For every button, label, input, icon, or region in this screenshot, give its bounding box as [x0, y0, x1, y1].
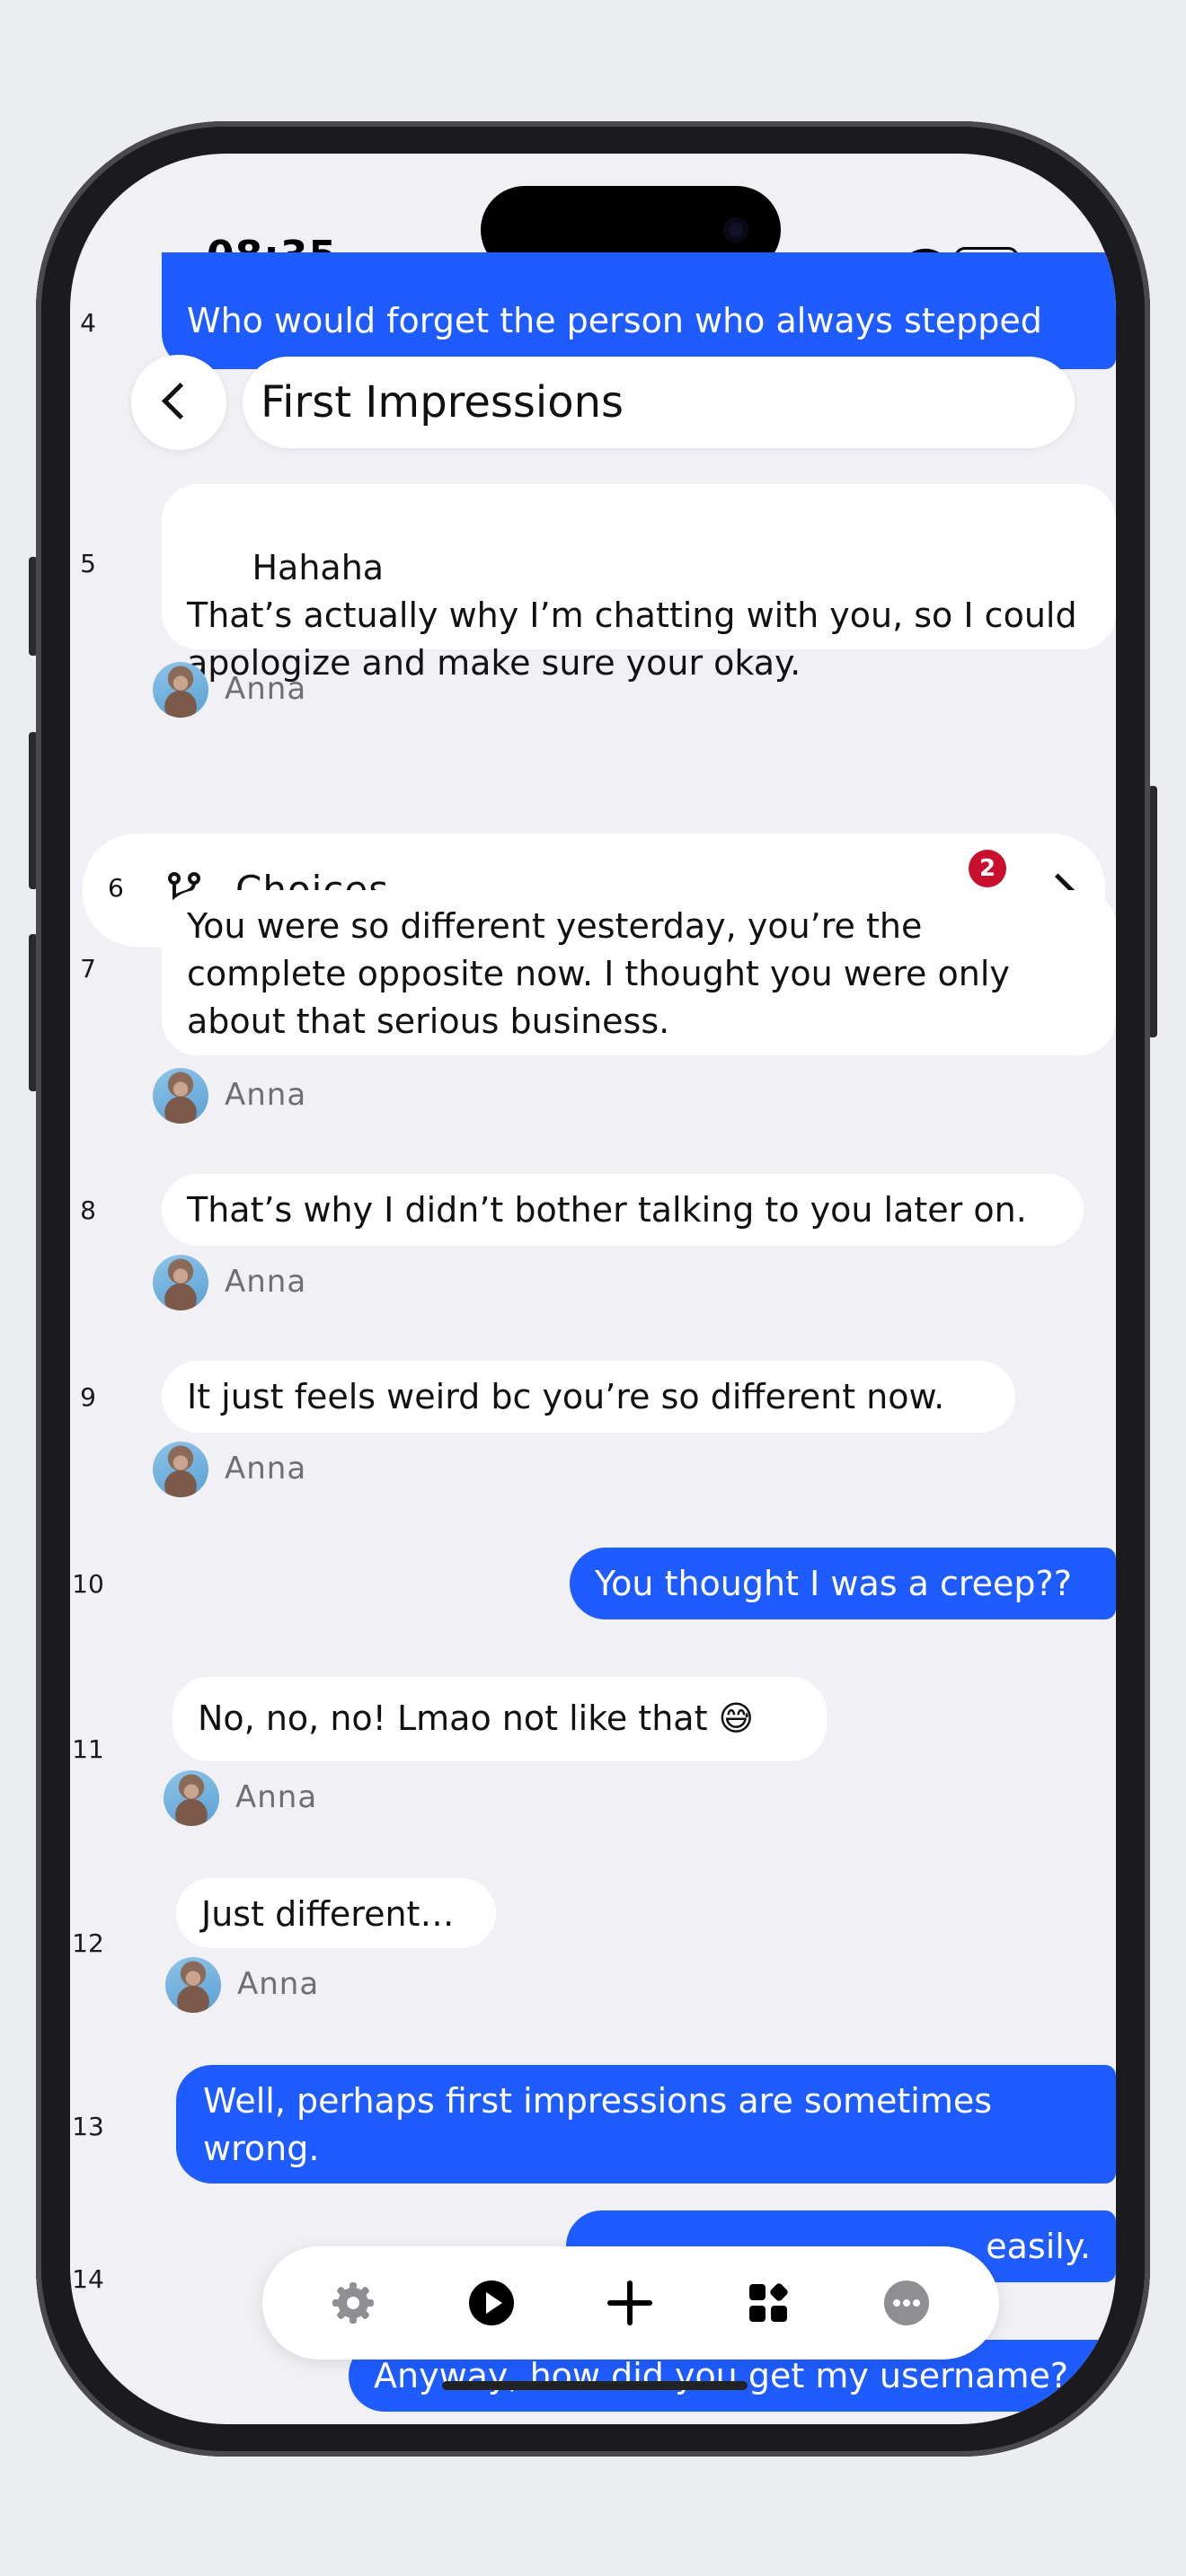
choices-count-badge: 2: [969, 850, 1006, 887]
settings-gear-icon[interactable]: [325, 2275, 381, 2331]
line-number: 7: [80, 954, 96, 984]
outgoing-message-bubble[interactable]: You thought I was a creep??: [570, 1548, 1116, 1619]
sender-name: Anna: [225, 1077, 307, 1113]
chat-screen: 08:35 •••• 4 Who would forget the person…: [70, 154, 1116, 2424]
message-text: You thought I was a creep??: [595, 1564, 1072, 1603]
incoming-message-bubble[interactable]: No, no, no! Lmao not like that 😅: [173, 1677, 827, 1761]
incoming-message-bubble[interactable]: Hahaha That’s actually why I’m chatting …: [162, 484, 1116, 683]
more-ellipsis-icon[interactable]: [879, 2275, 934, 2331]
line-number: 14: [72, 2264, 104, 2294]
message-text: Hahaha That’s actually why I’m chatting …: [187, 548, 1077, 683]
sender-name: Anna: [225, 1264, 307, 1300]
message-text: Just different…: [201, 1894, 455, 1934]
message-text: No, no, no! Lmao not like that 😅: [198, 1698, 755, 1738]
chat-title[interactable]: First Impressions: [243, 357, 1075, 448]
incoming-message-bubble[interactable]: You were so different yesterday, you’re …: [162, 890, 1116, 1055]
line-number: 13: [72, 2112, 104, 2141]
incoming-message-bubble[interactable]: Just different…: [176, 1878, 496, 1948]
message-text: It just feels weird bc you’re so differe…: [187, 1377, 945, 1416]
line-number: 6: [108, 873, 124, 903]
message-text: You were so different yesterday, you’re …: [187, 906, 1010, 1041]
line-number: 11: [72, 1734, 104, 1764]
widgets-grid-icon[interactable]: [740, 2275, 796, 2331]
sender-name: Anna: [235, 1779, 318, 1815]
avatar[interactable]: [153, 662, 208, 718]
bottom-toolbar: [262, 2246, 999, 2360]
phone-frame: 08:35 •••• 4 Who would forget the person…: [36, 121, 1150, 2457]
chevron-left-icon: [161, 382, 199, 420]
outgoing-message-bubble[interactable]: Who would forget the person who always s…: [162, 252, 1116, 369]
line-number: 5: [80, 549, 96, 578]
message-text: Well, perhaps first impressions are some…: [203, 2081, 993, 2168]
avatar[interactable]: [153, 1068, 208, 1124]
incoming-message-bubble[interactable]: That’s why I didn’t bother talking to yo…: [162, 1174, 1084, 1246]
sender-name: Anna: [225, 671, 307, 707]
sender-name: Anna: [237, 1966, 320, 2002]
line-number: 9: [80, 1382, 96, 1412]
play-icon[interactable]: [464, 2275, 519, 2331]
outgoing-message-bubble[interactable]: Well, perhaps first impressions are some…: [176, 2065, 1116, 2183]
line-number: 10: [72, 1569, 104, 1599]
line-number: 12: [72, 1928, 104, 1958]
line-number: 8: [80, 1195, 96, 1225]
avatar[interactable]: [165, 1957, 221, 2013]
front-camera: [723, 217, 748, 243]
message-text: That’s why I didn’t bother talking to yo…: [187, 1190, 1027, 1230]
back-button[interactable]: [131, 355, 226, 450]
avatar[interactable]: [153, 1255, 208, 1310]
chat-header: First Impressions: [131, 355, 1075, 450]
message-text: Who would forget the person who always s…: [187, 301, 1042, 340]
avatar[interactable]: [164, 1770, 219, 1826]
avatar[interactable]: [153, 1442, 208, 1497]
sender-name: Anna: [225, 1451, 307, 1486]
home-indicator[interactable]: [442, 2381, 748, 2390]
incoming-message-bubble[interactable]: It just feels weird bc you’re so differe…: [162, 1361, 1015, 1433]
add-plus-icon[interactable]: [602, 2275, 658, 2331]
message-text: easily.: [986, 2227, 1091, 2266]
line-number: 4: [80, 308, 96, 338]
